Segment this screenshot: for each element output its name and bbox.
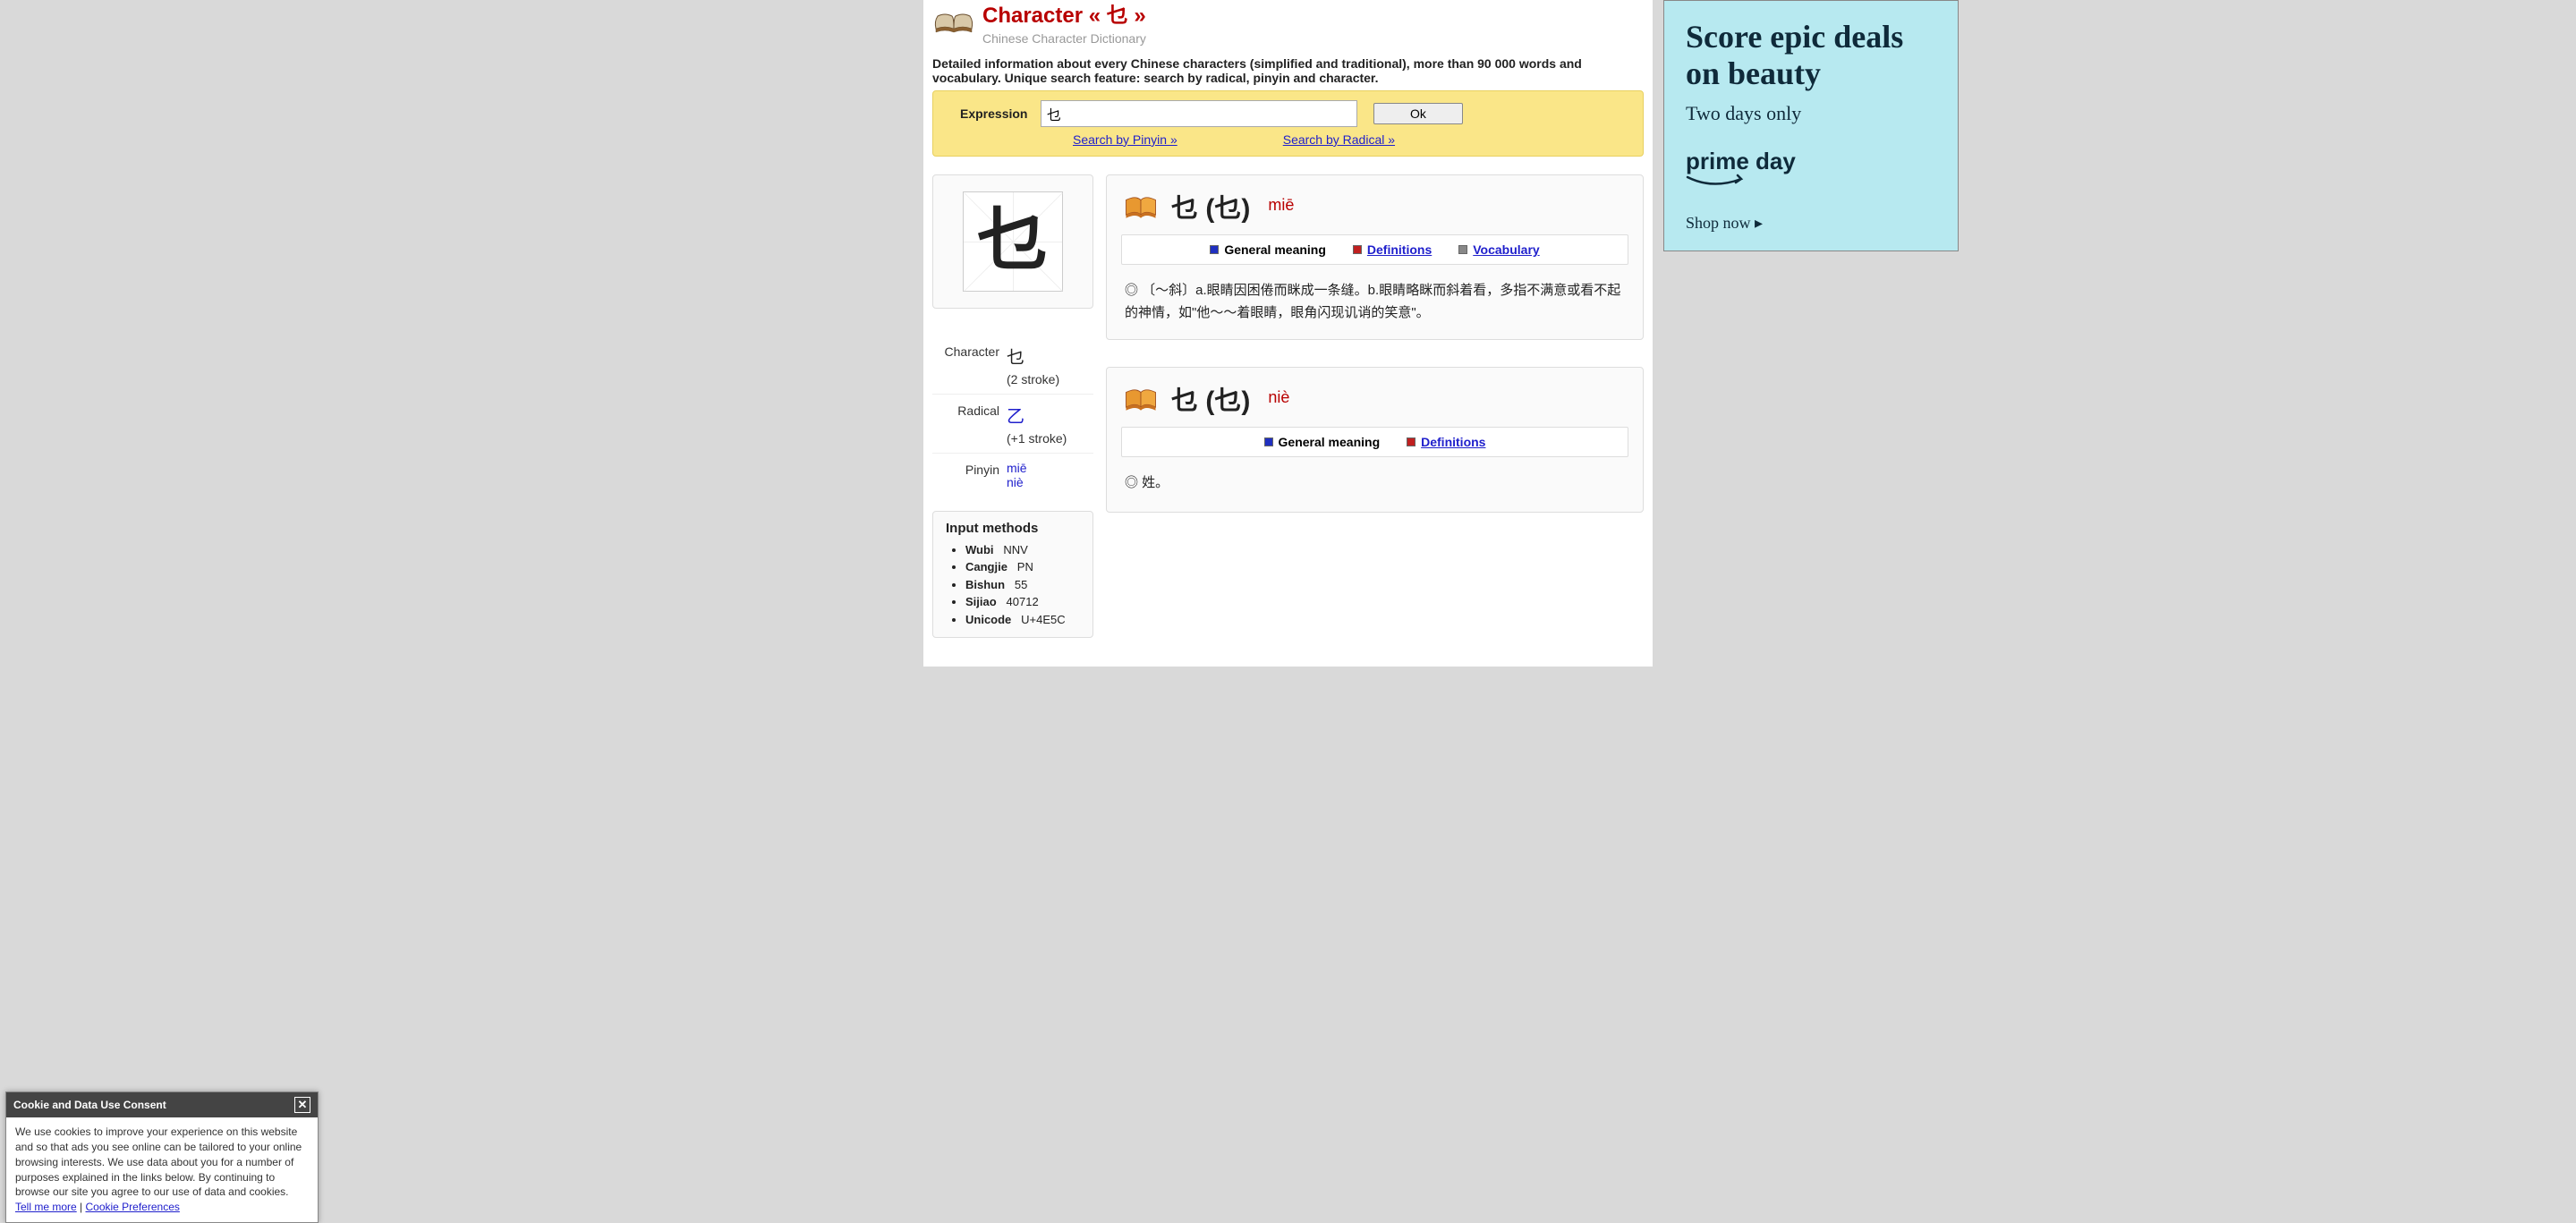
- entry-pinyin-1: miē: [1268, 196, 1294, 215]
- entry-pinyin-2: niè: [1268, 388, 1289, 407]
- square-icon: [1458, 245, 1467, 254]
- ad-sidebar[interactable]: Score epic deals on beauty Two days only…: [1663, 0, 1959, 251]
- input-method-item: Sijiao 40712: [965, 593, 1080, 611]
- info-character-strokes: (2 stroke): [1007, 372, 1093, 386]
- input-method-item: Bishun 55: [965, 576, 1080, 594]
- input-methods-card: Input methods Wubi NNVCangjie PNBishun 5…: [932, 511, 1093, 639]
- info-label-pinyin: Pinyin: [932, 461, 1007, 489]
- square-icon: [1264, 437, 1273, 446]
- character-card: 乜: [932, 174, 1093, 309]
- square-icon: [1353, 245, 1362, 254]
- tab-bar-1: General meaning Definitions Vocabulary: [1121, 234, 1628, 265]
- search-by-radical-link[interactable]: Search by Radical »: [1283, 132, 1395, 147]
- info-character-value: 乜: [1007, 343, 1093, 369]
- ok-button[interactable]: Ok: [1373, 103, 1463, 124]
- cookie-header: Cookie and Data Use Consent ✕: [6, 1092, 318, 1117]
- square-icon: [1407, 437, 1416, 446]
- book-icon: [1121, 381, 1160, 415]
- cookie-banner: Cookie and Data Use Consent ✕ We use coo…: [5, 1091, 319, 1223]
- ad-sub: Two days only: [1686, 102, 1936, 125]
- cookie-preferences-link[interactable]: Cookie Preferences: [85, 1201, 179, 1213]
- tab-general-1[interactable]: General meaning: [1210, 242, 1326, 257]
- radical-link[interactable]: 乙: [1007, 407, 1024, 427]
- page-title: Character « 乜 »: [982, 4, 1146, 30]
- search-input[interactable]: [1041, 100, 1357, 127]
- search-box: Expression Ok Search by Pinyin » Search …: [932, 90, 1644, 157]
- entry-card-2: 乜 (乜) niè General meaning Definitions ◎ …: [1106, 367, 1644, 514]
- cookie-tell-me-more-link[interactable]: Tell me more: [15, 1201, 77, 1213]
- main-content: Character « 乜 » Chinese Character Dictio…: [923, 0, 1653, 667]
- swoosh-icon: [1686, 174, 1748, 188]
- input-method-item: Unicode U+4E5C: [965, 611, 1080, 629]
- input-methods-title: Input methods: [946, 521, 1080, 536]
- input-method-item: Wubi NNV: [965, 541, 1080, 559]
- pinyin-link-2[interactable]: niè: [1007, 475, 1093, 489]
- info-radical-strokes: (+1 stroke): [1007, 431, 1093, 446]
- book-icon: [932, 4, 975, 38]
- info-label-radical: Radical: [932, 402, 1007, 446]
- info-label-character: Character: [932, 343, 1007, 386]
- page-subtitle: Chinese Character Dictionary: [982, 31, 1146, 46]
- cookie-body: We use cookies to improve your experienc…: [6, 1117, 318, 1222]
- entry-title-2: 乜 (乜): [1171, 378, 1250, 418]
- square-icon: [1210, 245, 1219, 254]
- input-method-item: Cangjie PN: [965, 558, 1080, 576]
- tab-general-2[interactable]: General meaning: [1264, 435, 1381, 449]
- search-label: Expression: [960, 106, 1041, 121]
- tab-definitions-1[interactable]: Definitions: [1353, 242, 1432, 257]
- tab-definitions-2[interactable]: Definitions: [1407, 435, 1485, 449]
- tab-vocabulary-1[interactable]: Vocabulary: [1458, 242, 1539, 257]
- pinyin-link-1[interactable]: miē: [1007, 461, 1093, 475]
- entry-card-1: 乜 (乜) miē General meaning Definitions Vo…: [1106, 174, 1644, 340]
- character-grid: 乜: [963, 191, 1063, 292]
- ad-brand: prime day: [1686, 148, 1936, 175]
- close-icon[interactable]: ✕: [294, 1097, 310, 1113]
- search-by-pinyin-link[interactable]: Search by Pinyin »: [1073, 132, 1177, 147]
- page-header: Character « 乜 » Chinese Character Dictio…: [932, 0, 1644, 46]
- big-character: 乜: [977, 206, 1049, 277]
- left-column: 乜 Character 乜 (2 stroke) Radical 乙 (+1 s…: [932, 174, 1093, 639]
- tab-bar-2: General meaning Definitions: [1121, 427, 1628, 457]
- book-icon: [1121, 189, 1160, 223]
- right-column: 乜 (乜) miē General meaning Definitions Vo…: [1106, 174, 1644, 639]
- ad-headline: Score epic deals on beauty: [1686, 19, 1936, 93]
- character-info-table: Character 乜 (2 stroke) Radical 乙 (+1 str…: [932, 335, 1093, 497]
- entry-title-1: 乜 (乜): [1171, 186, 1250, 225]
- ad-cta: Shop now ▸: [1686, 214, 1936, 233]
- entry-body-2: ◎ 姓。: [1121, 457, 1628, 495]
- entry-body-1: ◎ 〔～斜〕a.眼睛因困倦而眯成一条缝。b.眼睛略眯而斜着看，多指不满意或看不起…: [1121, 265, 1628, 325]
- intro-text: Detailed information about every Chinese…: [932, 56, 1644, 85]
- cookie-text: We use cookies to improve your experienc…: [15, 1125, 302, 1198]
- cookie-title: Cookie and Data Use Consent: [13, 1099, 166, 1111]
